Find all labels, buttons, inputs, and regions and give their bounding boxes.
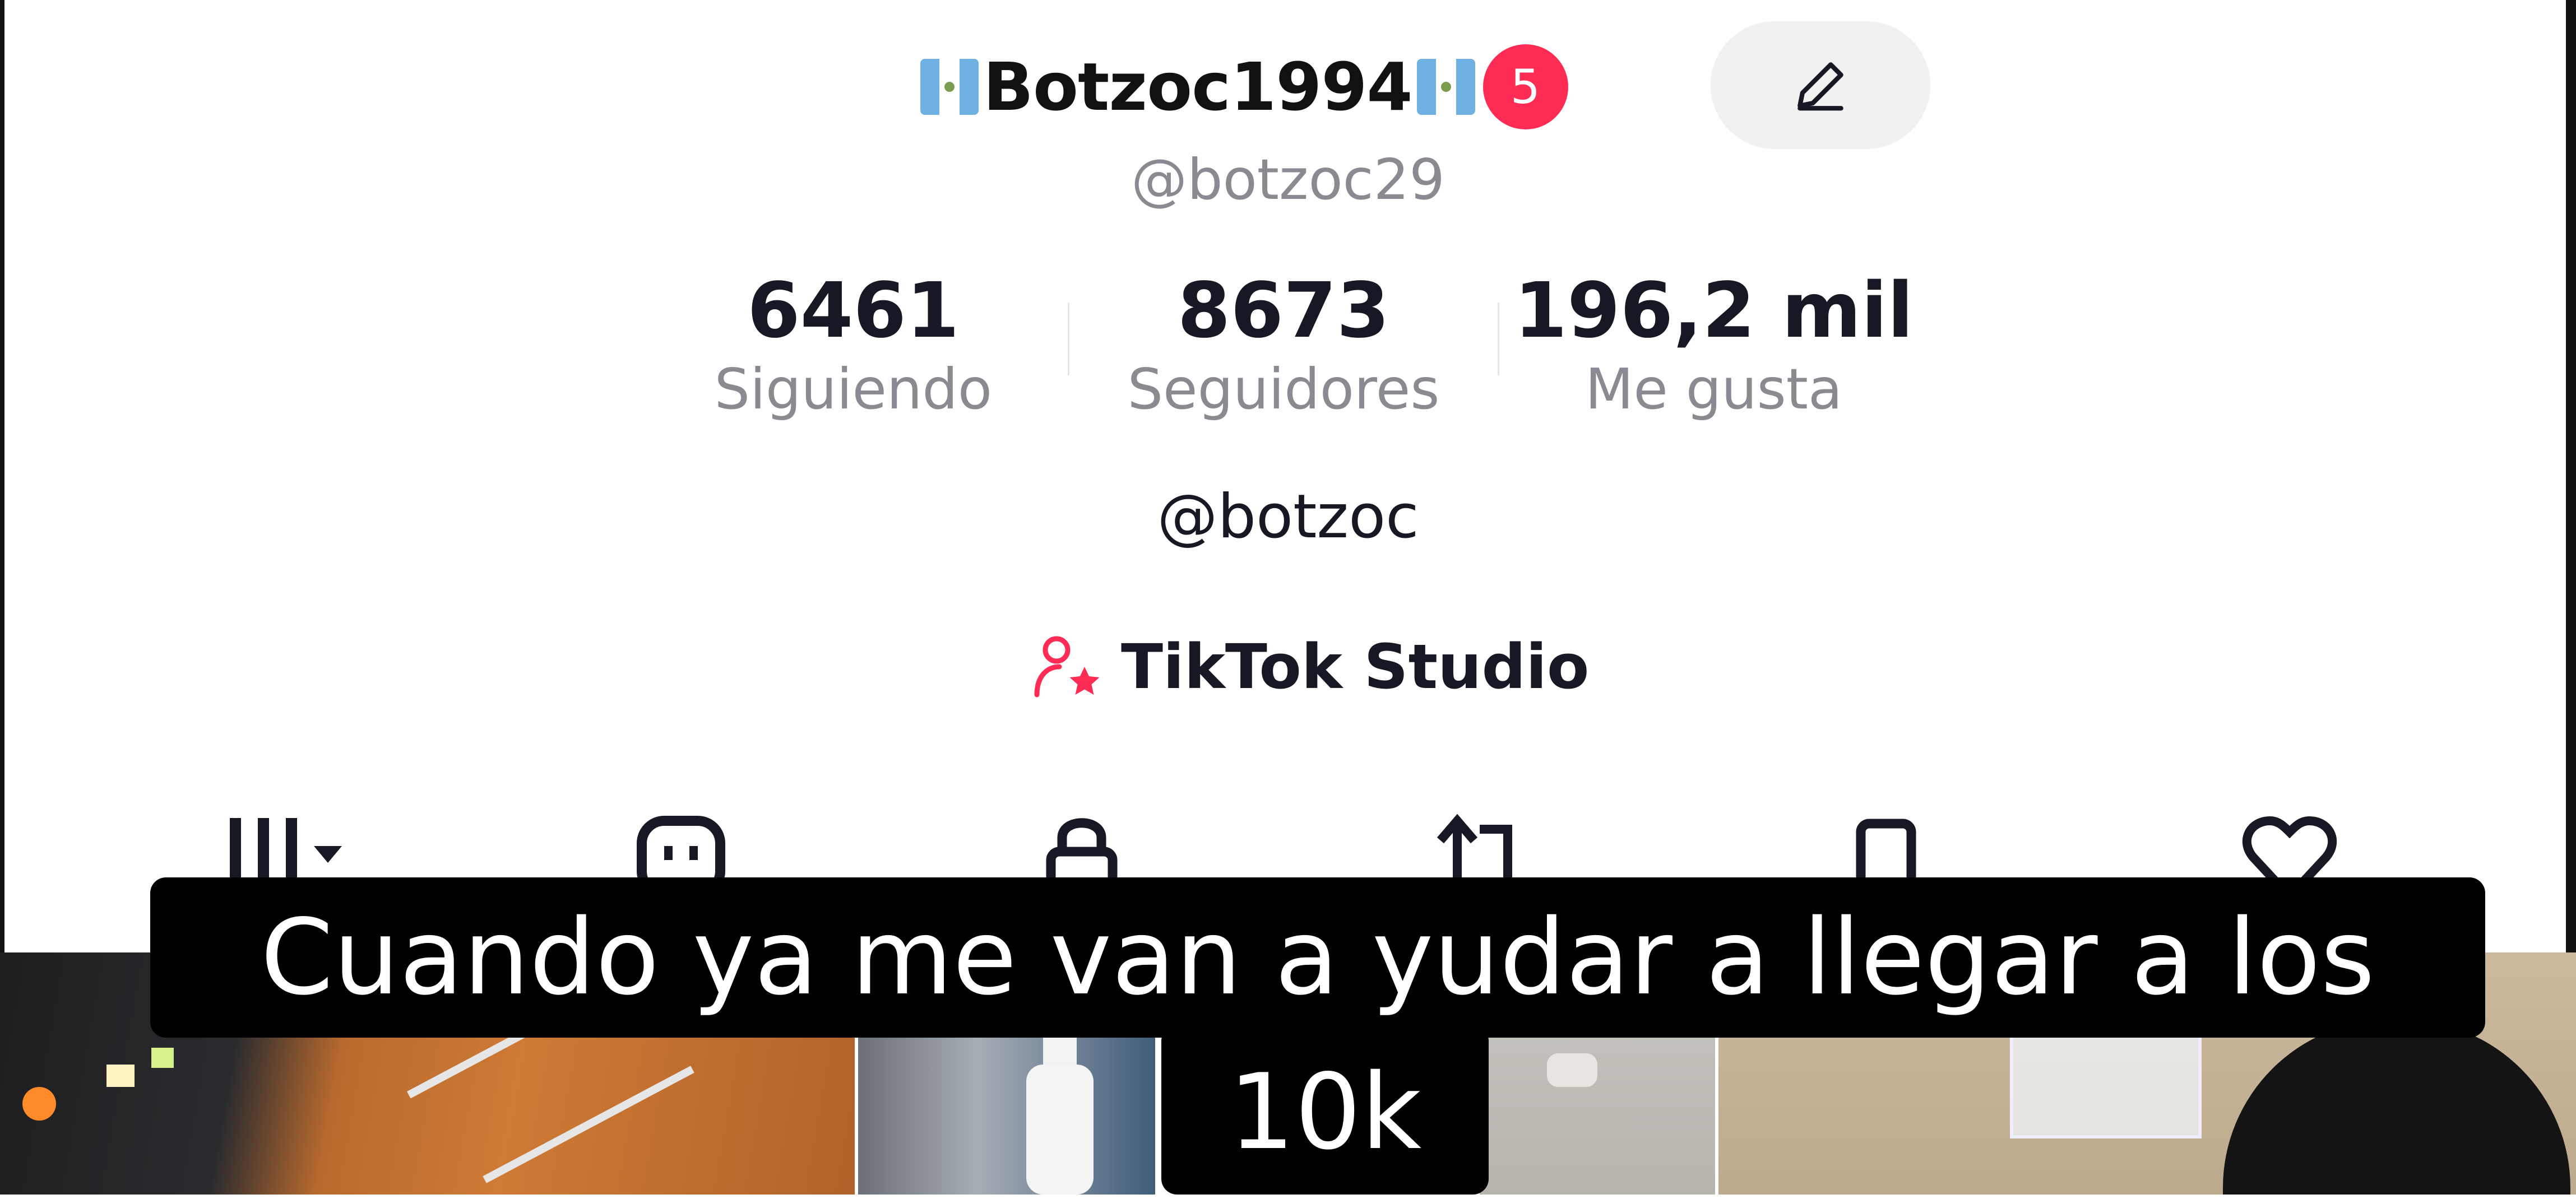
notification-badge[interactable]: 5 [1482, 44, 1568, 129]
profile-stats: 6461 Siguiendo 8673 Seguidores 196,2 mil… [639, 269, 1928, 426]
bookmark-icon [1856, 819, 1916, 901]
profile-tabs [0, 812, 2576, 903]
tiktok-studio-label: TikTok Studio [1121, 631, 1590, 703]
tab-collab[interactable] [633, 812, 745, 899]
grid-icon [230, 818, 342, 885]
display-name: Botzoc1994 [983, 48, 1413, 126]
video-caption-line: 10k [1161, 1025, 1489, 1195]
tab-liked[interactable] [2242, 812, 2354, 903]
stat-value: 6461 [747, 267, 960, 355]
username: @botzoc29 [1131, 147, 1445, 212]
stat-likes[interactable]: 196,2 mil Me gusta [1499, 269, 1928, 426]
guatemala-flag-icon [919, 57, 980, 117]
stat-following[interactable]: 6461 Siguiendo [639, 269, 1068, 426]
edit-profile-button[interactable] [1711, 21, 1930, 149]
stat-value: 8673 [1177, 267, 1390, 355]
stat-label: Siguiendo [714, 356, 993, 422]
tab-videos[interactable] [224, 812, 342, 885]
repost-icon [1437, 814, 1512, 885]
stat-value: 196,2 mil [1514, 267, 1914, 355]
collab-icon [637, 816, 725, 899]
person-star-icon [1034, 636, 1100, 698]
stat-followers[interactable]: 8673 Seguidores [1069, 269, 1498, 426]
lock-icon [1046, 818, 1118, 896]
tab-private[interactable] [1040, 812, 1152, 896]
tiktok-studio-link[interactable]: TikTok Studio [1031, 628, 1589, 706]
tab-saved[interactable] [1850, 812, 1962, 901]
stat-label: Seguidores [1127, 356, 1440, 422]
profile-name-row: Botzoc1994 5 [919, 39, 1568, 134]
stat-label: Me gusta [1585, 356, 1843, 422]
guatemala-flag-icon [1416, 57, 1476, 117]
pencil-icon [1797, 62, 1843, 111]
heart-icon [2242, 816, 2337, 903]
video-caption-line: Cuando ya me van a yudar a llegar a los [150, 877, 2485, 1038]
tab-reposts[interactable] [1435, 812, 1547, 885]
profile-bio: @botzoc [1157, 482, 1419, 552]
